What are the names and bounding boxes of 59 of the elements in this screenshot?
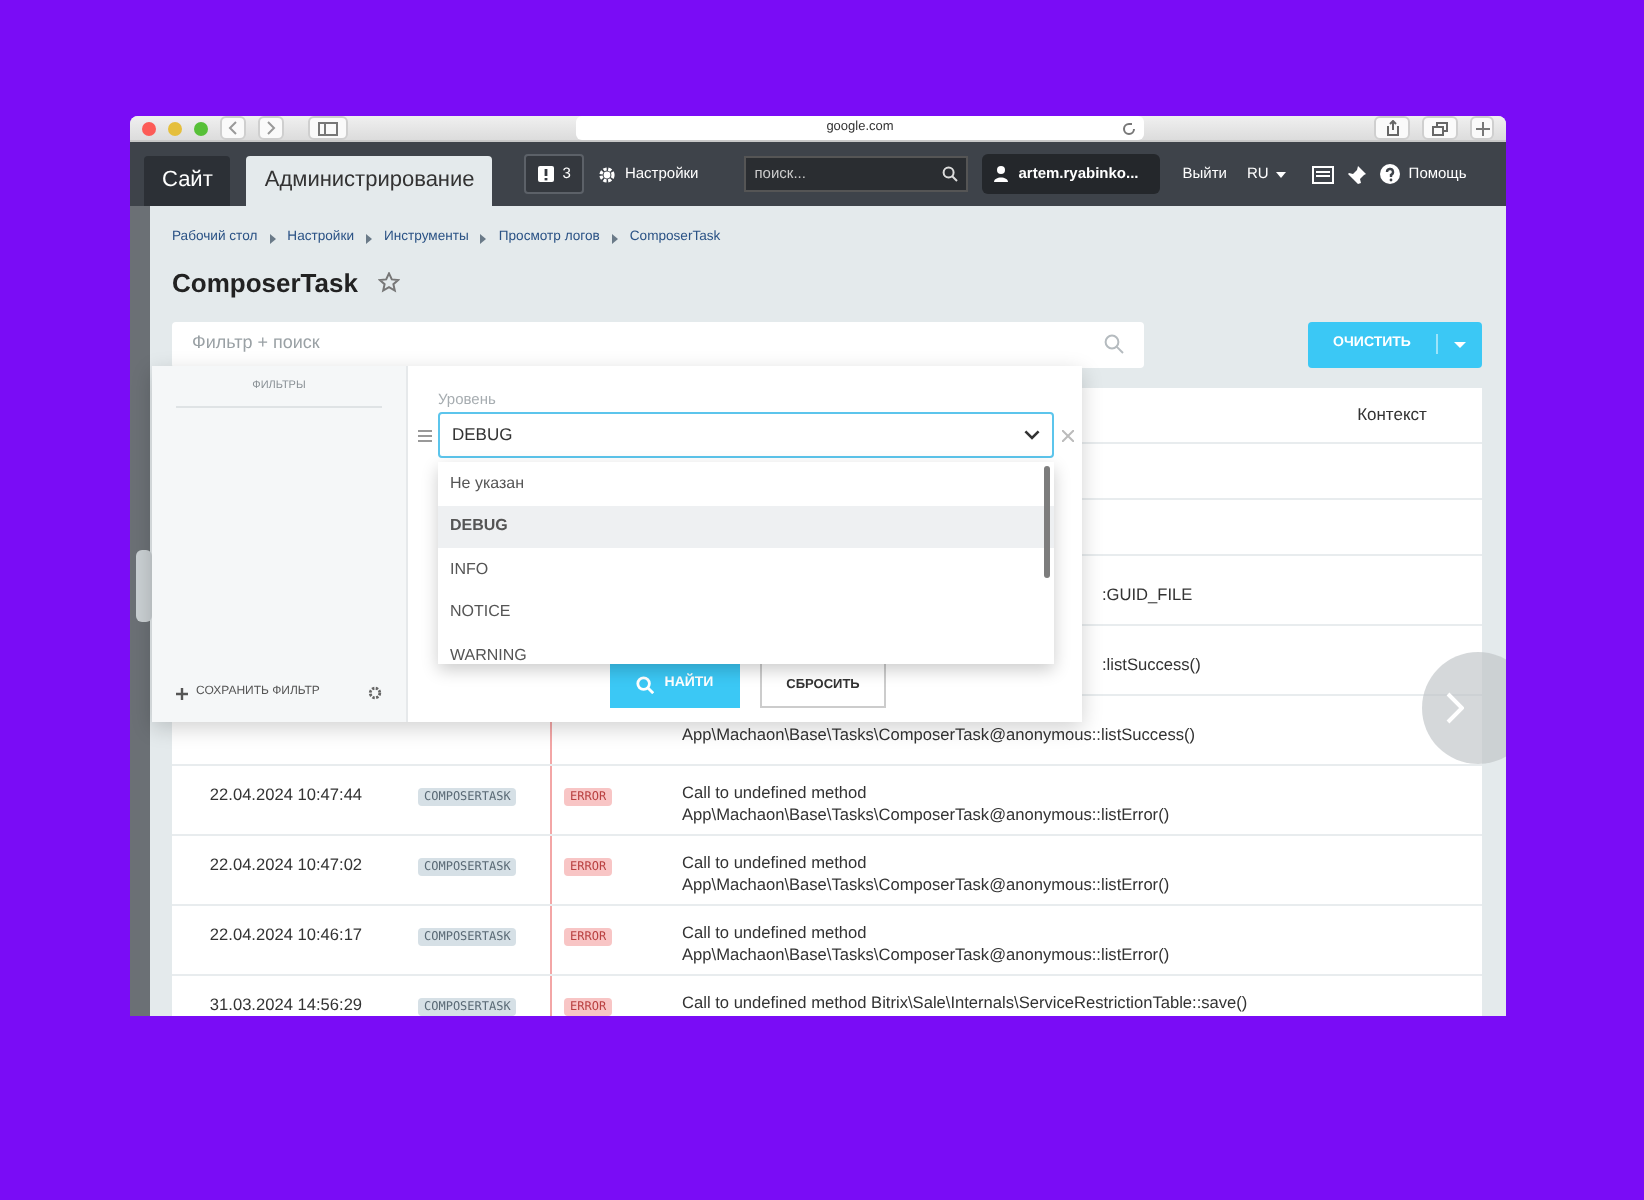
message-cell: Call to undefined method App\Machaon\Base\Tasks\ComposerTask@anonymous::listError() — [682, 921, 1170, 964]
breadcrumb-arrow-icon — [269, 233, 276, 243]
message-cell: :listSuccess() — [1102, 653, 1201, 673]
panel-toggle-handle[interactable] — [136, 550, 152, 622]
tabs-icon — [1432, 121, 1448, 135]
forward-button[interactable] — [258, 116, 284, 140]
next-page-button[interactable] — [1422, 652, 1506, 764]
panel-icon[interactable] — [1312, 165, 1335, 183]
user-icon — [994, 166, 1009, 182]
message-cell: Call to undefined method Bitrix\Sale\Internals\ServiceRestrictionTable::save() — [682, 991, 1248, 1011]
admin-tab[interactable]: Администрирование — [246, 156, 493, 206]
search-icon — [1104, 334, 1124, 354]
pin-icon[interactable] — [1348, 165, 1367, 183]
dropdown-option[interactable]: INFO — [438, 548, 1054, 591]
settings-icon — [598, 165, 617, 183]
settings-icon[interactable] — [368, 686, 382, 700]
drag-handle-icon[interactable] — [418, 430, 432, 442]
close-icon[interactable] — [1062, 430, 1074, 442]
message-cell: Call to undefined method App\Machaon\Base\Tasks\ComposerTask@anonymous::listError() — [682, 781, 1170, 824]
level-select[interactable]: DEBUG — [438, 412, 1054, 458]
date-cell: 22.04.2024 10:47:44 — [209, 783, 363, 803]
column-header: Контекст — [1357, 401, 1427, 427]
notification-icon — [538, 166, 555, 182]
breadcrumb-arrow-icon — [611, 233, 618, 243]
reload-icon[interactable] — [1122, 121, 1136, 135]
scrollbar[interactable] — [1044, 466, 1050, 578]
date-cell: 31.03.2024 14:56:29 — [209, 993, 363, 1013]
chevron-left-icon — [228, 120, 238, 136]
message-cell: Call to undefined method App\Machaon\Base\Tasks\ComposerTask@anonymous::listError() — [682, 851, 1170, 894]
breadcrumb-arrow-icon — [366, 233, 372, 243]
new-tab-button[interactable] — [1470, 116, 1494, 140]
admin-tab[interactable]: Сайт — [144, 156, 231, 206]
chevron-right-icon — [1446, 692, 1464, 724]
date-cell: 22.04.2024 10:46:17 — [209, 923, 363, 943]
message-cell: App\Machaon\Base\Tasks\ComposerTask@anonymous::listSuccess() — [682, 723, 1196, 743]
search-icon — [636, 676, 655, 694]
sidebar-icon — [318, 121, 338, 135]
caret-down-icon — [1454, 341, 1466, 347]
chevron-right-icon — [266, 120, 276, 136]
date-cell: 22.04.2024 10:47:02 — [209, 853, 363, 873]
page-title: ComposerTask — [172, 266, 358, 302]
share-icon — [1385, 120, 1399, 136]
dropdown-option[interactable]: DEBUG — [438, 505, 1054, 548]
tabs-button[interactable] — [1422, 116, 1458, 140]
help-icon — [1380, 164, 1401, 184]
chevron-down-icon — [1024, 430, 1040, 440]
dropdown-option[interactable]: WARNING — [438, 634, 1054, 664]
plus-icon — [1475, 121, 1489, 135]
back-button[interactable] — [220, 116, 246, 140]
plus-icon — [176, 687, 188, 699]
message-cell: :GUID_FILE — [1102, 583, 1193, 603]
breadcrumb-arrow-icon — [480, 233, 487, 243]
dropdown-option[interactable]: Не указан — [438, 462, 1054, 505]
star-icon[interactable] — [377, 272, 400, 295]
caret-down-icon — [1276, 171, 1287, 177]
search-icon — [942, 166, 959, 182]
dropdown-option[interactable]: NOTICE — [438, 591, 1054, 634]
sidebar-button[interactable] — [308, 116, 348, 140]
share-button[interactable] — [1374, 116, 1410, 140]
